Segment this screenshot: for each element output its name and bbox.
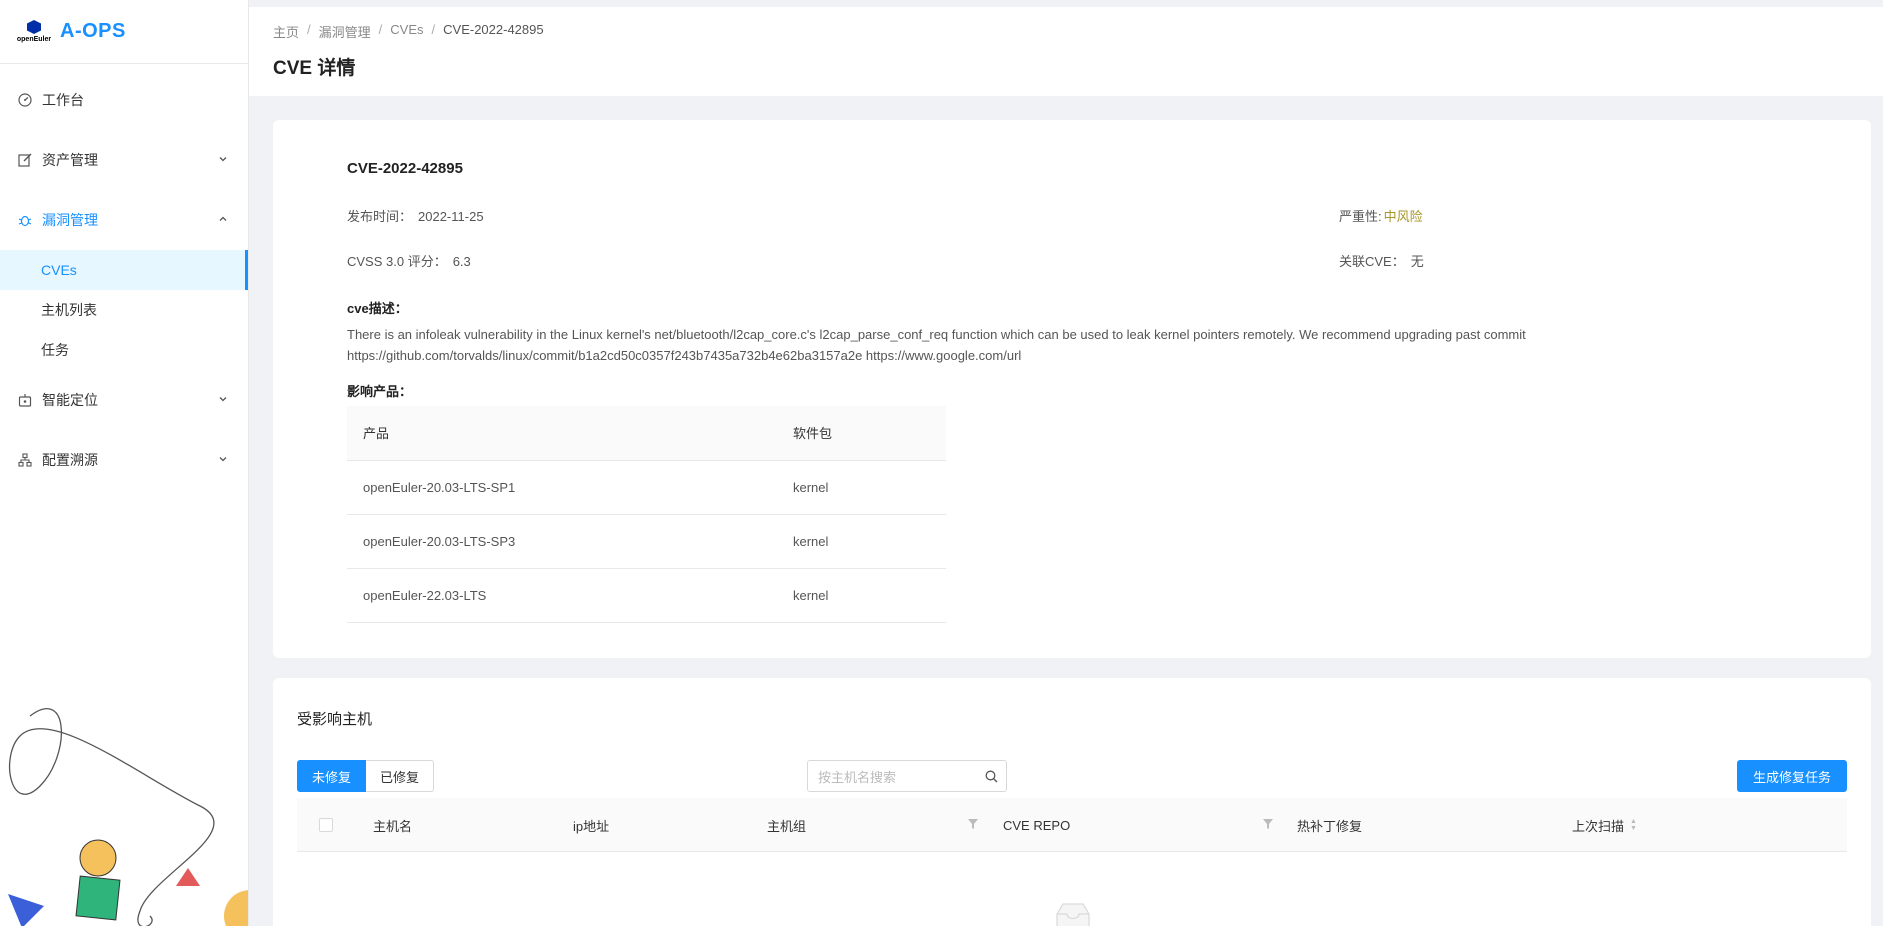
related-cve-label: 关联CVE： (1339, 254, 1405, 269)
description-line: There is an infoleak vulnerability in th… (347, 327, 1526, 342)
table-row: openEuler-20.03-LTS-SP1 kernel (347, 460, 946, 515)
package-cell: kernel (777, 460, 946, 515)
openeuler-logo: openEuler (16, 20, 52, 43)
breadcrumb-separator: / (307, 22, 311, 37)
sidebar-item-assets[interactable]: 资产管理 (0, 130, 248, 190)
affected-products-label: 影响产品： (347, 384, 413, 399)
sidebar-menu: 工作台 资产管理 漏洞管理 CVEs 主机列表 任务 智能定位 配置溯源 (0, 64, 248, 490)
breadcrumb: 主页 / 漏洞管理 / CVEs / CVE-2022-42895 (273, 22, 544, 41)
robot-icon (18, 393, 32, 407)
sidebar-item-label: 资产管理 (42, 152, 98, 168)
breadcrumb-home[interactable]: 主页 (273, 22, 299, 41)
page-title: CVE 详情 (273, 58, 356, 79)
fix-status-tabs: 未修复 已修复 (297, 760, 435, 792)
vulnerability-submenu: CVEs 主机列表 任务 (0, 250, 248, 370)
sidebar-item-host-list[interactable]: 主机列表 (0, 290, 248, 330)
sort-icon[interactable]: ▲ ▼ (1630, 818, 1637, 832)
table-row: openEuler-22.03-LTS kernel (347, 568, 946, 623)
column-header-ip: ip地址 (573, 818, 610, 834)
breadcrumb-vulnerability[interactable]: 漏洞管理 (319, 22, 371, 41)
breadcrumb-separator: / (431, 22, 436, 37)
affected-products-table: 产品 软件包 openEuler-20.03-LTS-SP1 kernel op… (347, 406, 946, 623)
logo[interactable]: openEuler A-OPS (0, 0, 248, 64)
sidebar-item-label: 工作台 (42, 92, 84, 108)
publish-date-label: 发布时间： (347, 209, 413, 224)
hosts-table-header: 主机名 ip地址 主机组 CVE REPO 热补丁修复 上次扫描 ▲ ▼ (297, 798, 1847, 852)
empty-inbox-icon (1056, 903, 1090, 926)
sidebar-item-label: 漏洞管理 (42, 212, 98, 228)
severity-value: 中风险 (1383, 209, 1423, 224)
sidebar-item-cves[interactable]: CVEs (0, 250, 248, 290)
column-header-package: 软件包 (777, 406, 946, 461)
related-cve-row: 关联CVE： 无 (1339, 251, 1424, 270)
related-cve-value: 无 (1410, 254, 1424, 269)
edit-icon (18, 153, 32, 167)
sidebar-item-vulnerability[interactable]: 漏洞管理 (0, 190, 248, 250)
search-placeholder: 按主机名搜索 (818, 769, 897, 785)
package-cell: kernel (777, 514, 946, 569)
severity-label: 严重性: (1339, 209, 1382, 224)
search-icon[interactable] (976, 770, 1006, 783)
affected-hosts-card: 受影响主机 未修复 已修复 按主机名搜索 生成修复任务 主机名 ip地址 主机组… (273, 678, 1871, 926)
sidebar-item-tasks[interactable]: 任务 (0, 330, 248, 370)
select-all-checkbox-cell (319, 798, 333, 852)
cve-detail-card: CVE-2022-42895 发布时间： 2022-11-25 严重性: 中风险 C… (273, 120, 1871, 658)
table-header-row: 产品 软件包 (347, 406, 946, 461)
select-all-checkbox[interactable] (319, 818, 333, 832)
sidebar-item-label: 配置溯源 (42, 452, 98, 468)
last-scan-label: 上次扫描 (1572, 818, 1625, 834)
cve-id: CVE-2022-42895 (347, 160, 463, 177)
chevron-down-icon (218, 454, 228, 467)
product-cell: openEuler-20.03-LTS-SP3 (347, 514, 777, 569)
app-title: A-OPS (60, 20, 126, 42)
cvss-score-row: CVSS 3.0 评分： 6.3 (347, 251, 471, 270)
description-label: cve描述： (347, 301, 408, 316)
page-header: 主页 / 漏洞管理 / CVEs / CVE-2022-42895 CVE 详情 (249, 0, 1883, 96)
tab-fixed[interactable]: 已修复 (366, 760, 435, 792)
logo-brand-text: openEuler (16, 36, 52, 43)
product-cell: openEuler-22.03-LTS (347, 568, 777, 623)
table-row: openEuler-20.03-LTS-SP3 kernel (347, 514, 946, 569)
product-cell: openEuler-20.03-LTS-SP1 (347, 460, 777, 515)
dashboard-icon (18, 93, 32, 107)
filter-icon[interactable] (967, 817, 979, 831)
filter-icon[interactable] (1262, 817, 1274, 831)
chevron-up-icon (218, 214, 228, 227)
publish-date-value: 2022-11-25 (418, 209, 484, 224)
generate-fix-task-button[interactable]: 生成修复任务 (1736, 760, 1847, 792)
cvss-score-label: CVSS 3.0 评分： (347, 254, 447, 269)
sidebar-item-label: 智能定位 (42, 392, 98, 408)
column-header-cve-repo: CVE REPO (1003, 817, 1071, 833)
breadcrumb-cves[interactable]: CVEs (390, 22, 423, 41)
package-cell: kernel (777, 568, 946, 623)
sidebar-item-workbench[interactable]: 工作台 (0, 70, 248, 130)
description-line: https://github.com/torvalds/linux/commit… (347, 348, 1022, 363)
column-header-hotpatch: 热补丁修复 (1297, 818, 1363, 834)
column-header-product: 产品 (347, 406, 777, 461)
sidebar-item-config-trace[interactable]: 配置溯源 (0, 430, 248, 490)
column-header-hostname: 主机名 (373, 818, 413, 834)
breadcrumb-separator: / (378, 22, 383, 37)
chevron-down-icon (218, 154, 228, 167)
publish-date-row: 发布时间： 2022-11-25 (347, 206, 484, 225)
column-header-last-scan[interactable]: 上次扫描 ▲ ▼ (1572, 798, 1637, 852)
tab-unfixed[interactable]: 未修复 (297, 760, 367, 792)
description-text: There is an infoleak vulnerability in th… (347, 324, 1647, 366)
sidebar: openEuler A-OPS 工作台 资产管理 漏洞管理 CVEs 主机列表 … (0, 0, 249, 926)
host-search-input[interactable]: 按主机名搜索 (807, 760, 1007, 792)
breadcrumb-current: CVE-2022-42895 (443, 22, 544, 37)
column-header-host-group: 主机组 (767, 818, 807, 834)
bug-icon (18, 213, 32, 227)
sidebar-item-diagnosis[interactable]: 智能定位 (0, 370, 248, 430)
affected-hosts-title: 受影响主机 (297, 711, 373, 728)
severity-row: 严重性: 中风险 (1339, 206, 1423, 225)
cvss-score-value: 6.3 (452, 254, 471, 269)
chevron-down-icon (218, 394, 228, 407)
decorative-illustration (8, 708, 248, 926)
cluster-icon (18, 453, 32, 467)
